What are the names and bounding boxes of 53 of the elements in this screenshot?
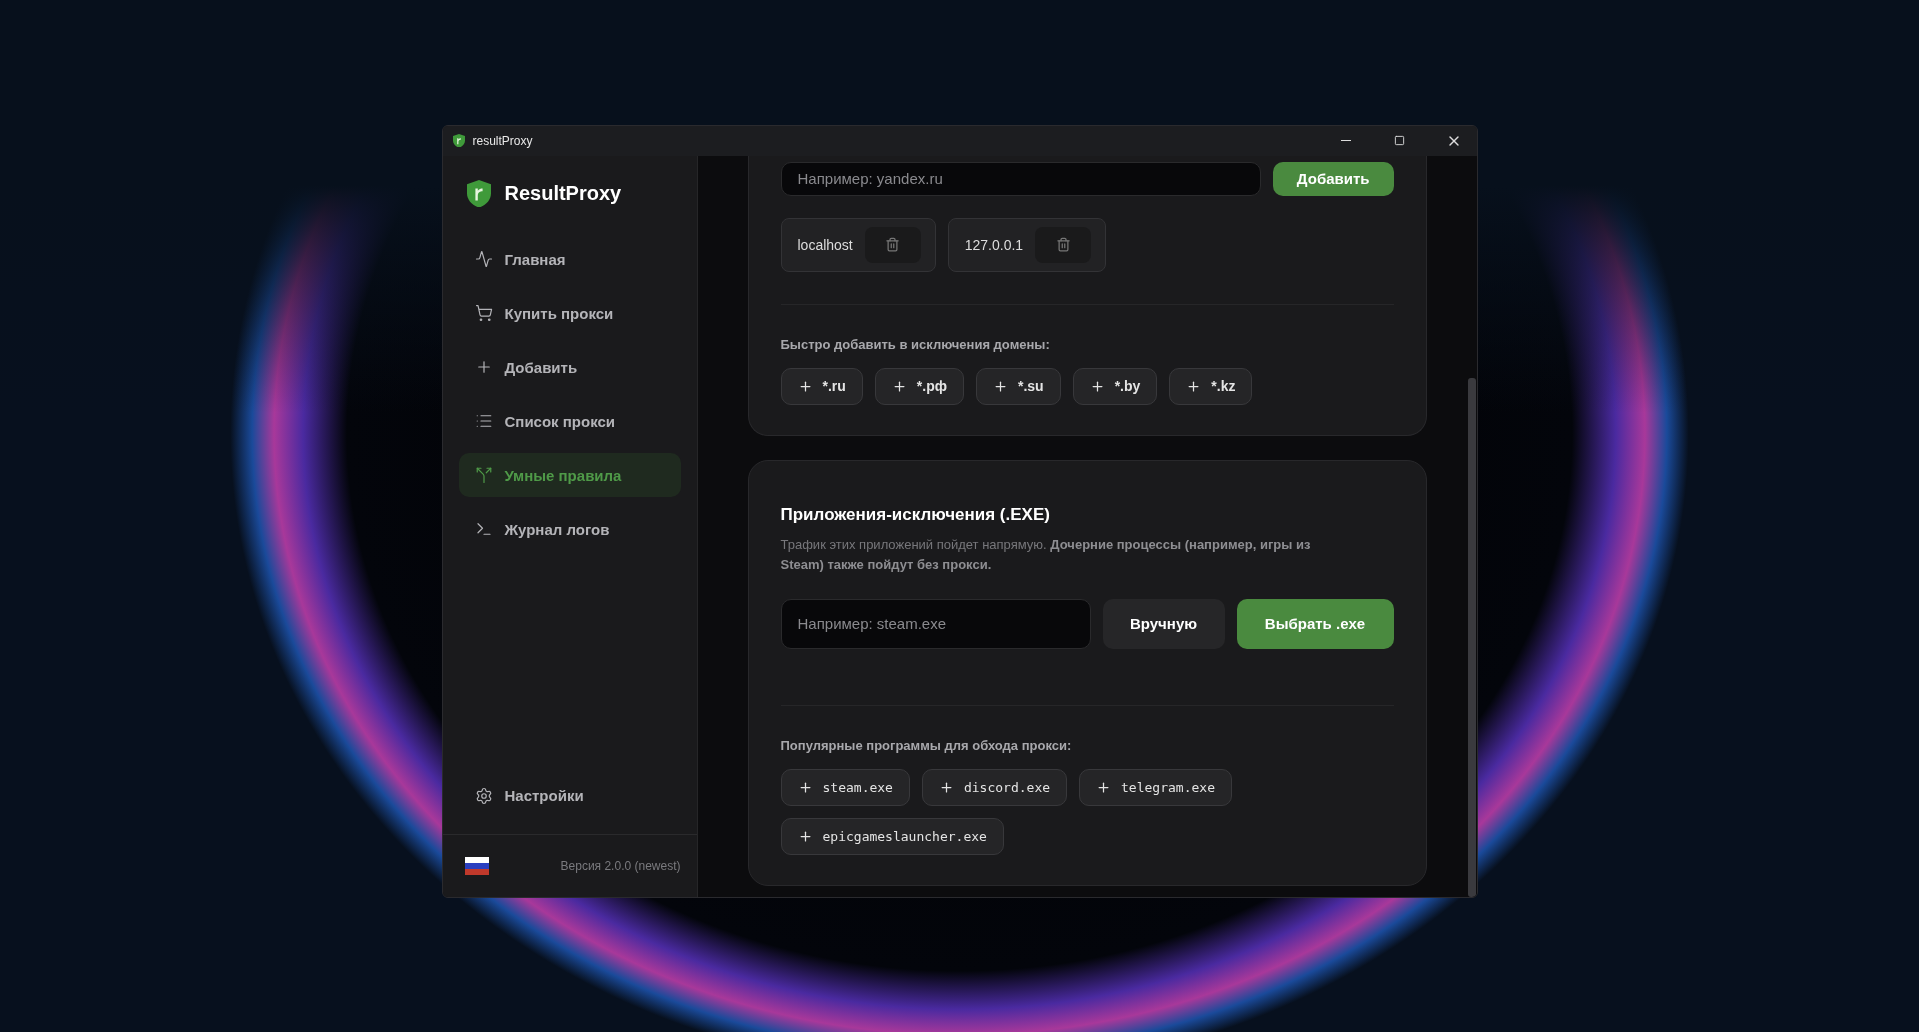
nav-item[interactable]: Список прокси <box>458 399 681 444</box>
app-name: ResultProxy <box>504 181 622 205</box>
cart-icon <box>474 304 493 323</box>
add-button[interactable]: Добавить <box>1272 161 1394 196</box>
app-chip[interactable]: telegram.exe <box>1079 768 1232 806</box>
domain-text: 127.0.0.1 <box>964 236 1024 253</box>
pick-exe-button[interactable]: Выбрать .exe <box>1236 598 1394 649</box>
section-description: Трафик этих приложений пойдет напрямую. Дочерние процессы (например, игры из Steam) также пойдут без прокси. <box>780 535 1312 574</box>
trash-icon <box>1055 237 1071 252</box>
quick-add-chip[interactable]: *.by <box>1072 367 1158 405</box>
quick-add-chip[interactable]: *.ru <box>780 367 863 405</box>
nav-item[interactable]: Добавить <box>458 345 681 390</box>
scrollbar-thumb[interactable] <box>1467 377 1476 897</box>
nav-item[interactable]: Умные правила <box>458 453 681 498</box>
split-icon <box>474 466 493 485</box>
exe-input-field[interactable]: Например: steam.exe <box>780 598 1091 649</box>
delete-button[interactable] <box>1035 226 1092 263</box>
shield-logo-icon <box>466 179 491 208</box>
plus-icon <box>993 378 1008 394</box>
plus-icon <box>1186 378 1202 394</box>
plus-icon <box>938 779 954 795</box>
manual-button[interactable]: Вручную <box>1102 598 1225 649</box>
minimize-icon <box>1340 140 1351 141</box>
activity-icon <box>474 250 493 269</box>
plus-icon <box>797 779 813 795</box>
app-chip[interactable]: discord.exe <box>921 768 1068 806</box>
quick-add-chip[interactable]: *.kz <box>1169 367 1253 405</box>
app-chip[interactable]: steam.exe <box>780 768 910 806</box>
domain-text: localhost <box>797 236 853 253</box>
section-title: Приложения-исключения (.EXE) <box>780 504 1051 525</box>
settings-icon <box>474 786 493 805</box>
delete-button[interactable] <box>864 226 921 263</box>
domain-input-field[interactable]: Например: yandex.ru <box>780 161 1261 196</box>
plus-icon <box>1089 378 1105 394</box>
shield-logo-icon <box>452 133 465 148</box>
trash-icon <box>885 237 901 252</box>
quick-add-chip[interactable]: *.рф <box>874 367 964 405</box>
plus-icon <box>797 828 813 844</box>
nav-item[interactable]: Купить прокси <box>458 291 681 336</box>
nav-item[interactable]: Главная <box>458 237 681 282</box>
nav-item[interactable]: Журнал логов <box>458 507 681 552</box>
popular-label: Популярные программы для обхода прокси: <box>780 737 1073 753</box>
quick-add-label: Быстро добавить в исключения домены: <box>780 336 1051 352</box>
plus-icon <box>797 378 813 394</box>
app-chip[interactable]: epicgameslauncher.exe <box>780 817 1004 855</box>
settings-nav-item[interactable]: Настройки <box>458 773 681 818</box>
window-title: resultProxy <box>472 133 534 148</box>
quick-add-chip[interactable]: *.su <box>976 367 1061 405</box>
version-text: Версия 2.0.0 (newest) <box>560 858 681 873</box>
maximize-icon <box>1394 135 1405 146</box>
plus-icon <box>1096 779 1112 795</box>
flag-icon <box>464 856 489 875</box>
plus-icon <box>891 378 907 394</box>
